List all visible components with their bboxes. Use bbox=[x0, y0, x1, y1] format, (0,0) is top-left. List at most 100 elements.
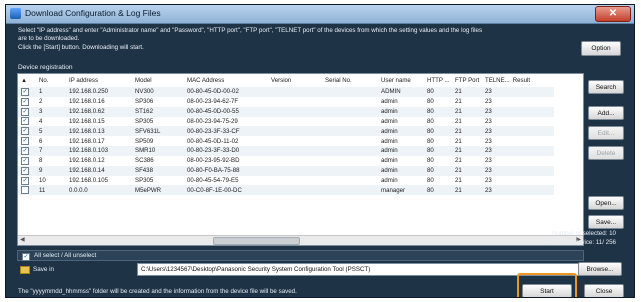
col-header[interactable]: IP address bbox=[66, 74, 132, 87]
cell-version bbox=[268, 136, 322, 146]
table-row[interactable]: ✓ 5 192.168.0.13 SFV631L 00-80-23-3F-33-CF ad… bbox=[18, 126, 554, 137]
table-row[interactable]: ✓ 7 192.168.0.103 SMR10 00-80-23-3F-33-D0 adm… bbox=[18, 146, 554, 156]
cell-http: 80 bbox=[427, 117, 434, 125]
cell-http: 80 bbox=[427, 186, 434, 194]
row-checkbox[interactable]: ✓ bbox=[21, 137, 29, 146]
cell-version bbox=[268, 117, 322, 127]
scroll-left-icon[interactable]: ◀ bbox=[20, 236, 25, 243]
selected-count: Number of selected: 10 bbox=[552, 230, 616, 237]
cell-ip: 192.168.0.105 bbox=[69, 177, 108, 185]
search-button[interactable]: Search bbox=[588, 80, 624, 94]
start-button[interactable]: Start bbox=[522, 284, 572, 297]
table-row[interactable]: ✓ 9 192.168.0.14 SF438 00-80-F0-BA-75-88 admi… bbox=[18, 165, 554, 176]
save-in-row: Save in C:\Users\1234567\Desktop\Panason… bbox=[17, 263, 594, 276]
option-button[interactable]: Option bbox=[581, 41, 621, 56]
cell-no: 2 bbox=[39, 98, 43, 106]
sort-arrow-icon[interactable]: ▲ bbox=[18, 74, 36, 87]
cell-version bbox=[268, 166, 322, 176]
col-header[interactable]: FTP Port bbox=[452, 74, 482, 87]
cell-ip: 192.168.0.250 bbox=[69, 88, 108, 96]
select-all-checkbox[interactable]: ✓ bbox=[22, 252, 30, 261]
table-row[interactable]: ✓ 8 192.168.0.12 SC386 08-00-23-95-92-BD admi… bbox=[18, 156, 554, 166]
open-button[interactable]: Open... bbox=[588, 196, 624, 210]
cell-result bbox=[510, 107, 554, 117]
cell-ftp: 21 bbox=[455, 127, 462, 135]
cell-serial bbox=[322, 126, 378, 136]
save-path-field[interactable]: C:\Users\1234567\Desktop\Panasonic Secur… bbox=[137, 263, 581, 276]
cell-serial bbox=[322, 185, 378, 195]
cell-http: 80 bbox=[427, 88, 434, 96]
table-row[interactable]: ✓ 6 192.168.0.17 SP509 00-80-45-0D-11-02 admi… bbox=[18, 136, 554, 146]
col-header[interactable]: Version bbox=[268, 74, 322, 87]
cell-telnet: 23 bbox=[485, 98, 492, 106]
col-header[interactable]: TELNE... bbox=[482, 74, 510, 87]
row-checkbox[interactable]: ✓ bbox=[21, 97, 29, 106]
row-checkbox-cell: ✓ bbox=[18, 107, 36, 117]
row-checkbox[interactable]: ✓ bbox=[21, 107, 29, 116]
row-checkbox-cell: ✓ bbox=[18, 136, 36, 146]
cell-result bbox=[510, 126, 554, 136]
cell-ftp: 21 bbox=[455, 117, 462, 125]
cell-serial bbox=[322, 176, 378, 186]
table-row[interactable]: ✓ 1 192.168.0.250 NV300 00-80-45-0D-00-02 ADM… bbox=[18, 87, 554, 97]
cell-mac: 00-80-23-3F-33-D0 bbox=[187, 147, 240, 155]
row-checkbox[interactable]: ✓ bbox=[21, 87, 29, 96]
row-checkbox[interactable] bbox=[21, 186, 29, 195]
browse-button[interactable]: Browse... bbox=[578, 262, 622, 276]
cell-telnet: 23 bbox=[485, 108, 492, 116]
cell-user: admin bbox=[381, 98, 398, 106]
row-checkbox[interactable]: ✓ bbox=[21, 127, 29, 136]
table-row[interactable]: ✓ 10 192.168.0.105 SP305 00-80-45-54-79-E5 ad… bbox=[18, 176, 554, 186]
cell-no: 1 bbox=[39, 88, 43, 96]
save-button[interactable]: Save... bbox=[588, 215, 624, 229]
edit-button[interactable]: Edit... bbox=[588, 126, 624, 140]
cell-telnet: 23 bbox=[485, 157, 492, 165]
cell-user: admin bbox=[381, 177, 398, 185]
delete-button[interactable]: Delete bbox=[588, 146, 624, 160]
cell-user: ADMIN bbox=[381, 88, 401, 96]
table-row[interactable]: ✓ 2 192.168.0.16 SP306 08-00-23-94-62-7F admi… bbox=[18, 97, 554, 107]
scroll-thumb[interactable] bbox=[213, 237, 300, 245]
cell-serial bbox=[322, 146, 378, 156]
cell-serial bbox=[322, 166, 378, 176]
cell-serial bbox=[322, 87, 378, 97]
row-checkbox-cell: ✓ bbox=[18, 176, 36, 186]
horizontal-scrollbar[interactable]: ◀ ▶ bbox=[18, 235, 583, 245]
cell-user: admin bbox=[381, 117, 398, 125]
row-checkbox[interactable]: ✓ bbox=[21, 166, 29, 175]
col-header[interactable]: Result bbox=[510, 74, 554, 87]
cell-mac: 08-00-23-94-75-29 bbox=[187, 117, 238, 125]
cell-no: 7 bbox=[39, 147, 43, 155]
cell-http: 80 bbox=[427, 127, 434, 135]
cell-result bbox=[510, 97, 554, 107]
close-button[interactable]: Close bbox=[584, 284, 624, 297]
row-checkbox[interactable]: ✓ bbox=[21, 146, 29, 155]
cell-ip: 192.168.0.14 bbox=[69, 167, 105, 175]
col-header[interactable]: Serial No. bbox=[322, 74, 378, 87]
row-checkbox[interactable]: ✓ bbox=[21, 156, 29, 165]
col-header[interactable]: No. bbox=[36, 74, 66, 87]
col-header[interactable]: HTTP ... bbox=[424, 74, 452, 87]
cell-serial bbox=[322, 107, 378, 117]
table-row[interactable]: ✓ 4 192.168.0.15 SP305 08-00-23-94-75-29 admi… bbox=[18, 117, 554, 127]
row-checkbox-cell: ✓ bbox=[18, 87, 36, 97]
select-all-label[interactable]: All select / All unselect bbox=[34, 252, 96, 259]
cell-result bbox=[510, 185, 554, 195]
row-checkbox[interactable]: ✓ bbox=[21, 176, 29, 185]
cell-telnet: 23 bbox=[485, 88, 492, 96]
col-header[interactable]: User name bbox=[378, 74, 424, 87]
cell-ftp: 21 bbox=[455, 108, 462, 116]
col-header[interactable]: Model bbox=[132, 74, 184, 87]
cell-telnet: 23 bbox=[485, 167, 492, 175]
save-folder-note: The "yyyymmdd_hhmmss" folder will be cre… bbox=[18, 288, 297, 295]
window-close-button[interactable]: ✕ bbox=[595, 6, 631, 22]
row-checkbox-cell bbox=[18, 185, 36, 195]
instruction-line-3: Click the [Start] button. Downloading wi… bbox=[18, 43, 144, 51]
row-checkbox[interactable]: ✓ bbox=[21, 117, 29, 126]
add-button[interactable]: Add... bbox=[588, 106, 624, 120]
cell-http: 80 bbox=[427, 108, 434, 116]
table-row[interactable]: 11 0.0.0.0 M5ePWR 00-C0-8F-1E-00-DC manager 8… bbox=[18, 185, 554, 196]
cell-result bbox=[510, 87, 554, 97]
table-row[interactable]: ✓ 3 192.168.0.62 ST162 00-80-45-0D-00-55 admi… bbox=[18, 106, 554, 117]
col-header[interactable]: MAC Address bbox=[184, 74, 268, 87]
